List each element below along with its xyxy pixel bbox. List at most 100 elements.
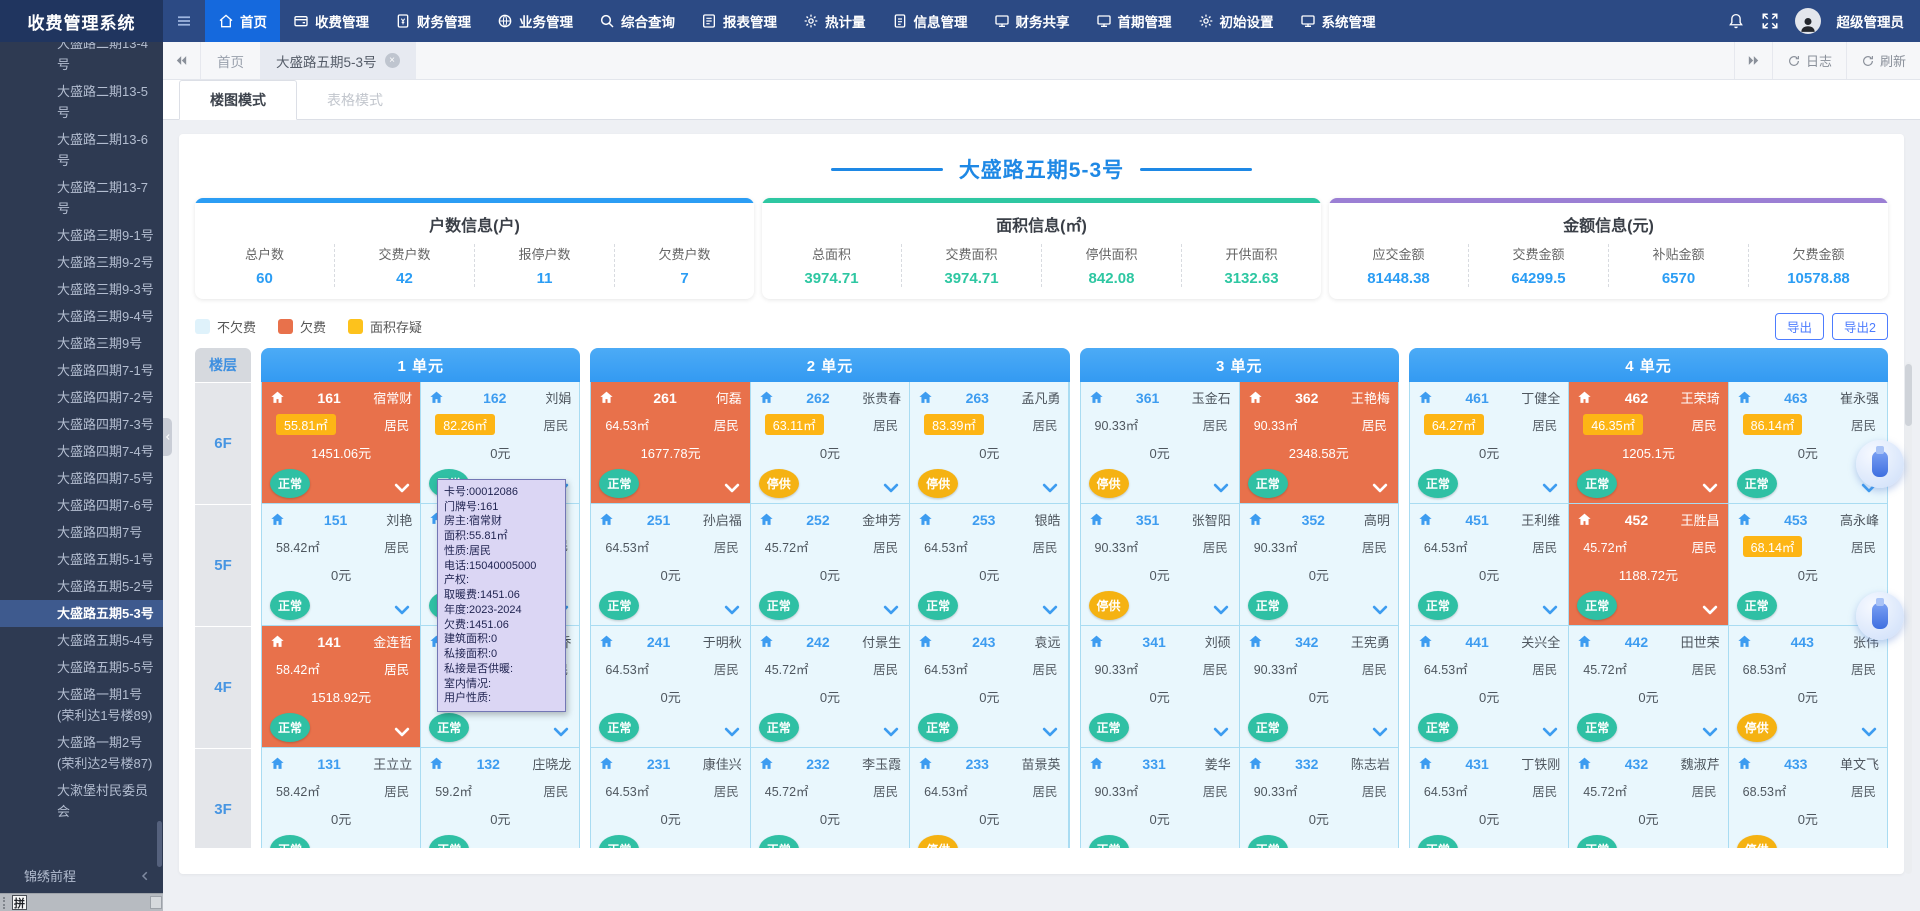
chevron-down-icon[interactable] xyxy=(551,844,571,848)
sidebar-item-building[interactable]: 大盛路四期7-2号 xyxy=(0,384,163,411)
chevron-down-icon[interactable] xyxy=(1540,844,1560,848)
sidebar-item-building[interactable]: 大盛路三期9-2号 xyxy=(0,249,163,276)
room-cell-262[interactable]: 262张贵春63.11㎡居民0元停供 xyxy=(751,382,909,503)
chevron-down-icon[interactable] xyxy=(392,600,412,620)
room-cell-331[interactable]: 331姜华90.33㎡居民0元正常 xyxy=(1081,748,1239,848)
nav-item-3[interactable]: 财务管理 xyxy=(382,0,484,42)
chevron-down-icon[interactable] xyxy=(392,478,412,498)
bell-icon[interactable] xyxy=(1727,12,1745,30)
room-cell-432[interactable]: 432魏淑芹45.72㎡居民0元正常 xyxy=(1569,748,1727,848)
room-cell-151[interactable]: 151刘艳58.42㎡居民0元正常 xyxy=(262,504,420,625)
drag-scroll-handle-lower[interactable] xyxy=(1856,592,1904,640)
sidebar-collapse-handle[interactable] xyxy=(163,418,172,456)
tab-floor-map-mode[interactable]: 楼图模式 xyxy=(179,80,297,120)
sidebar-item-building[interactable]: 大盛路五期5-2号 xyxy=(0,573,163,600)
sidebar-item-building[interactable]: 大盛路二期13-5号 xyxy=(0,78,163,126)
sidebar-item-building[interactable]: 大盛路三期9号 xyxy=(0,330,163,357)
room-cell-161[interactable]: 161宿常财55.81㎡居民1451.06元正常 xyxy=(262,382,420,503)
current-user[interactable]: 超级管理员 xyxy=(1837,11,1905,31)
chevron-down-icon[interactable] xyxy=(392,722,412,742)
sidebar-item-building[interactable]: 大盛路二期13-4号 xyxy=(0,42,163,78)
chevron-down-icon[interactable] xyxy=(881,722,901,742)
chevron-down-icon[interactable] xyxy=(722,844,742,848)
tabs-scroll-right-button[interactable] xyxy=(1734,42,1772,79)
sidebar-item-building[interactable]: 大盛路三期9-4号 xyxy=(0,303,163,330)
chevron-down-icon[interactable] xyxy=(1370,478,1390,498)
chevron-down-icon[interactable] xyxy=(1211,722,1231,742)
chevron-down-icon[interactable] xyxy=(1700,478,1720,498)
sidebar-item-building[interactable]: 大盛路四期7-3号 xyxy=(0,411,163,438)
sidebar-item-building[interactable]: 大盛路一期2号 (荣利达2号楼87) xyxy=(0,729,163,777)
sidebar-footer-group[interactable]: 锦绣前程 xyxy=(0,862,163,889)
room-cell-332[interactable]: 332陈志岩90.33㎡居民0元正常 xyxy=(1240,748,1398,848)
sidebar-item-building[interactable]: 大盛路二期13-7号 xyxy=(0,174,163,222)
chevron-down-icon[interactable] xyxy=(1040,600,1060,620)
sidebar-item-building[interactable]: 大盛路五期5-3号 xyxy=(0,600,163,627)
room-cell-442[interactable]: 442田世荣45.72㎡居民0元正常 xyxy=(1569,626,1727,747)
room-cell-451[interactable]: 451王利维64.53㎡居民0元正常 xyxy=(1410,504,1568,625)
export-button[interactable]: 导出 xyxy=(1775,313,1824,340)
room-cell-251[interactable]: 251孙启福64.53㎡居民0元正常 xyxy=(591,504,749,625)
tab-close-icon[interactable]: × xyxy=(385,53,400,68)
room-cell-131[interactable]: 131王立立58.42㎡居民0元正常 xyxy=(262,748,420,848)
chevron-down-icon[interactable] xyxy=(1211,844,1231,848)
room-cell-232[interactable]: 232李玉霞45.72㎡居民0元正常 xyxy=(751,748,909,848)
chevron-down-icon[interactable] xyxy=(1540,478,1560,498)
ime-drag-grip[interactable] xyxy=(3,897,7,909)
vertical-scrollbar-thumb[interactable] xyxy=(1905,364,1912,426)
chevron-down-icon[interactable] xyxy=(1370,844,1390,848)
room-cell-341[interactable]: 341刘硕90.33㎡居民0元正常 xyxy=(1081,626,1239,747)
sidebar-item-building[interactable]: 大盛路三期9-3号 xyxy=(0,276,163,303)
log-button[interactable]: 日志 xyxy=(1772,42,1846,79)
chevron-down-icon[interactable] xyxy=(1040,478,1060,498)
room-cell-461[interactable]: 461丁健全64.27㎡居民0元正常 xyxy=(1410,382,1568,503)
export2-button[interactable]: 导出2 xyxy=(1832,313,1888,340)
room-cell-242[interactable]: 242付景生45.72㎡居民0元正常 xyxy=(751,626,909,747)
nav-item-8[interactable]: 信息管理 xyxy=(879,0,981,42)
nav-item-11[interactable]: 初始设置 xyxy=(1185,0,1287,42)
chevron-down-icon[interactable] xyxy=(1040,722,1060,742)
chevron-down-icon[interactable] xyxy=(1859,722,1879,742)
sidebar-item-building[interactable]: 大盛路四期7-4号 xyxy=(0,438,163,465)
room-cell-261[interactable]: 261何磊64.53㎡居民1677.78元正常 xyxy=(591,382,749,503)
nav-item-4[interactable]: 业务管理 xyxy=(484,0,586,42)
room-cell-441[interactable]: 441关兴全64.53㎡居民0元正常 xyxy=(1410,626,1568,747)
chevron-down-icon[interactable] xyxy=(881,478,901,498)
room-cell-243[interactable]: 243袁远64.53㎡居民0元正常 xyxy=(910,626,1068,747)
nav-item-2[interactable]: 收费管理 xyxy=(280,0,382,42)
room-cell-231[interactable]: 231康佳兴64.53㎡居民0元正常 xyxy=(591,748,749,848)
nav-item-1[interactable]: 首页 xyxy=(205,0,280,42)
chevron-down-icon[interactable] xyxy=(722,722,742,742)
sidebar-item-building[interactable]: 大漱堡村民委员会 xyxy=(0,777,163,825)
chevron-down-icon[interactable] xyxy=(1540,600,1560,620)
sidebar-item-building[interactable]: 大盛路三期9-1号 xyxy=(0,222,163,249)
chevron-down-icon[interactable] xyxy=(1211,478,1231,498)
sidebar-item-building[interactable]: 大盛路一期1号 (荣利达1号楼89) xyxy=(0,681,163,729)
chevron-down-icon[interactable] xyxy=(392,844,412,848)
room-cell-362[interactable]: 362王艳梅90.33㎡居民2348.58元正常 xyxy=(1240,382,1398,503)
fullscreen-icon[interactable] xyxy=(1761,12,1779,30)
chevron-down-icon[interactable] xyxy=(1211,600,1231,620)
room-cell-141[interactable]: 141金连哲58.42㎡居民1518.92元正常 xyxy=(262,626,420,747)
chevron-down-icon[interactable] xyxy=(722,600,742,620)
room-cell-132[interactable]: 132庄晓龙59.2㎡居民0元正常 xyxy=(421,748,579,848)
chevron-down-icon[interactable] xyxy=(1370,722,1390,742)
hamburger-menu-icon[interactable] xyxy=(175,12,193,30)
sidebar-item-building[interactable]: 大盛路五期5-5号 xyxy=(0,654,163,681)
room-cell-342[interactable]: 342王宪勇90.33㎡居民0元正常 xyxy=(1240,626,1398,747)
chevron-down-icon[interactable] xyxy=(1859,844,1879,848)
chevron-down-icon[interactable] xyxy=(1700,600,1720,620)
ime-pinyin-indicator[interactable]: 拼 xyxy=(12,895,27,910)
room-cell-263[interactable]: 263孟凡勇83.39㎡居民0元停供 xyxy=(910,382,1068,503)
room-cell-462[interactable]: 462王荣琦46.35㎡居民1205.1元正常 xyxy=(1569,382,1727,503)
nav-item-5[interactable]: 综合查询 xyxy=(586,0,688,42)
chevron-down-icon[interactable] xyxy=(551,722,571,742)
chevron-down-icon[interactable] xyxy=(722,478,742,498)
page-tab-0[interactable]: 首页 xyxy=(201,42,260,79)
page-tab-1[interactable]: 大盛路五期5-3号× xyxy=(260,42,416,79)
avatar[interactable] xyxy=(1795,8,1821,34)
room-cell-253[interactable]: 253银皓64.53㎡居民0元正常 xyxy=(910,504,1068,625)
chevron-down-icon[interactable] xyxy=(1540,722,1560,742)
nav-item-9[interactable]: 财务共享 xyxy=(981,0,1083,42)
nav-item-7[interactable]: 热计量 xyxy=(790,0,879,42)
